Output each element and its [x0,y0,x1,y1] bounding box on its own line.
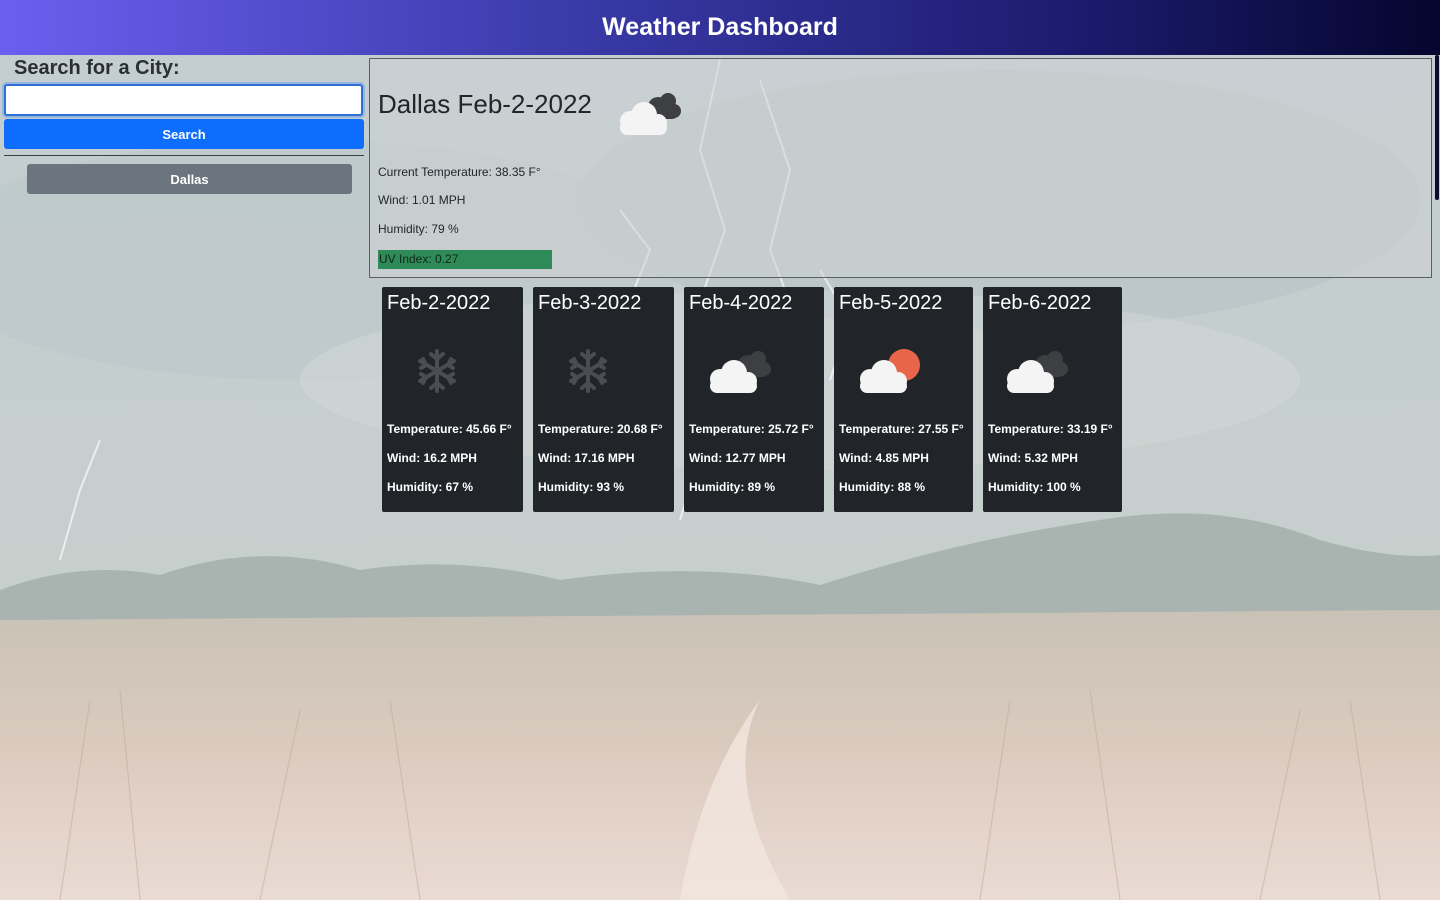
forecast-humidity: Humidity: 93 % [538,480,625,494]
forecast-wind: Wind: 5.32 MPH [988,451,1078,465]
forecast-date: Feb-6-2022 [988,292,1092,314]
forecast-card: Feb-4-2022 Temperature: 25.72 F° Wind: 1… [684,287,824,512]
current-humidity: Humidity: 79 % [378,222,459,236]
forecast-date: Feb-2-2022 [387,292,491,314]
snowflake-icon [418,349,456,393]
forecast-temperature: Temperature: 45.66 F° [387,422,512,436]
forecast-card: Feb-2-2022 Temperature: 45.66 F° Wind: 1… [382,287,523,512]
forecast-humidity: Humidity: 88 % [839,480,926,494]
forecast-humidity: Humidity: 89 % [689,480,776,494]
forecast-humidity: Humidity: 67 % [387,480,474,494]
uv-index-badge: UV Index: 0.27 [378,250,552,269]
app-header: Weather Dashboard [0,0,1440,55]
current-weather-panel: Dallas Feb-2-2022 Current Temperature: 3… [369,58,1432,278]
city-search-input[interactable] [4,84,363,116]
page-scrollbar[interactable] [1434,55,1440,900]
forecast-wind: Wind: 17.16 MPH [538,451,635,465]
forecast-wind: Wind: 12.77 MPH [689,451,786,465]
forecast-temperature: Temperature: 20.68 F° [538,422,663,436]
forecast-card: Feb-6-2022 Temperature: 33.19 F° Wind: 5… [983,287,1122,512]
search-button[interactable]: Search [4,119,364,149]
forecast-date: Feb-5-2022 [839,292,943,314]
forecast-date: Feb-3-2022 [538,292,642,314]
sidebar-divider [4,155,364,156]
history-city-button[interactable]: Dallas [27,164,352,194]
search-sidebar: Search for a City: Search Dallas [4,55,365,194]
cloudy-icon [1007,351,1068,393]
forecast-temperature: Temperature: 33.19 F° [988,422,1113,436]
cloudy-icon [710,351,771,393]
search-label: Search for a City: [14,57,180,79]
scrollbar-thumb[interactable] [1435,55,1439,200]
forecast-temperature: Temperature: 25.72 F° [689,422,814,436]
partly-cloudy-icon [860,349,920,393]
page-title: Weather Dashboard [602,13,838,41]
forecast-card: Feb-5-2022 Temperature: 27.55 F° Wind: 4… [834,287,973,512]
forecast-wind: Wind: 4.85 MPH [839,451,929,465]
cloudy-icon [620,93,681,135]
forecast-wind: Wind: 16.2 MPH [387,451,477,465]
forecast-temperature: Temperature: 27.55 F° [839,422,964,436]
snowflake-icon [569,349,607,393]
forecast-humidity: Humidity: 100 % [988,480,1081,494]
forecast-date: Feb-4-2022 [689,292,793,314]
current-temperature: Current Temperature: 38.35 F° [378,165,541,179]
current-city-date: Dallas Feb-2-2022 [378,89,592,119]
current-wind: Wind: 1.01 MPH [378,193,466,207]
forecast-card: Feb-3-2022 Temperature: 20.68 F° Wind: 1… [533,287,674,512]
